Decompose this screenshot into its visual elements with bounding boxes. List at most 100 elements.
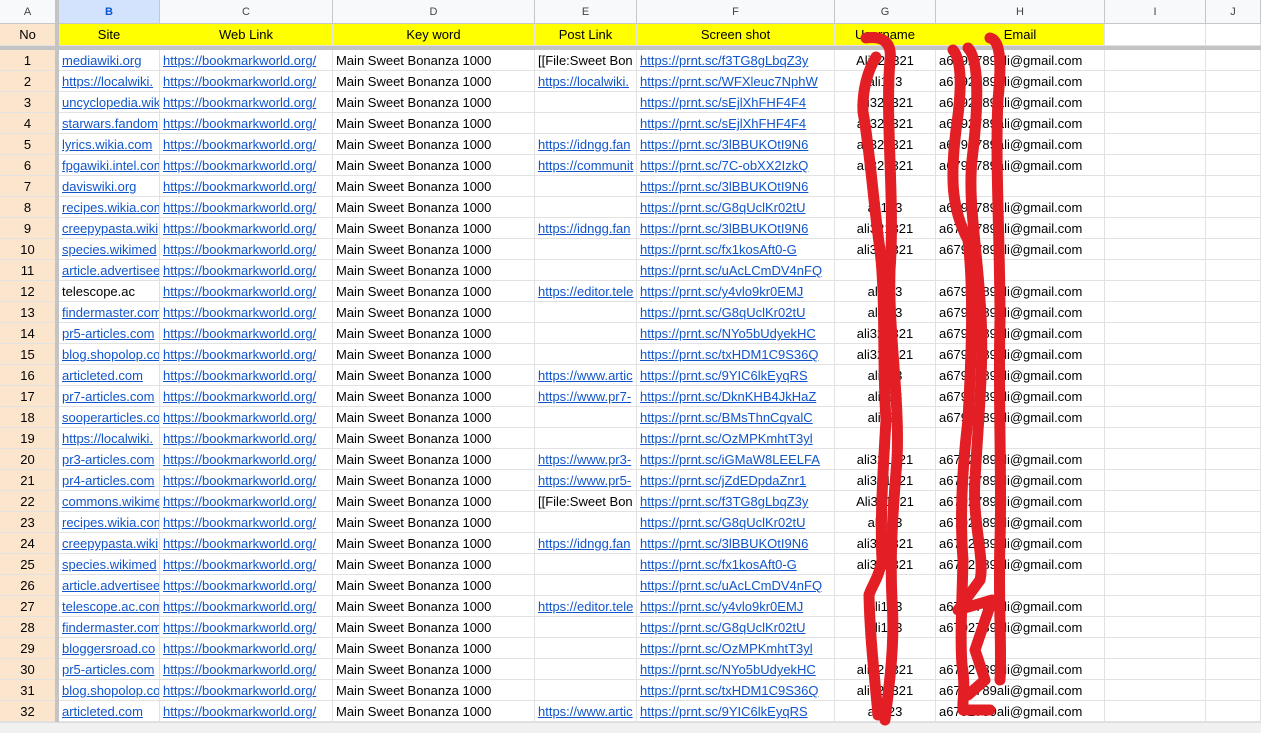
empty-cell[interactable] [1105, 134, 1206, 155]
keyword-cell[interactable]: Main Sweet Bonanza 1000 [333, 197, 535, 218]
column-header-e[interactable]: E [535, 0, 637, 24]
web-link-cell[interactable]: https://bookmarkworld.org/ [160, 533, 333, 554]
site-text[interactable]: commons.wikime [62, 494, 159, 509]
empty-cell[interactable] [1206, 596, 1261, 617]
row-number[interactable]: 27 [0, 596, 56, 617]
empty-cell[interactable] [1105, 638, 1206, 659]
site-text[interactable]: mediawiki.org [62, 53, 141, 68]
empty-cell[interactable] [1105, 197, 1206, 218]
empty-cell[interactable] [1105, 407, 1206, 428]
empty-cell[interactable] [1105, 344, 1206, 365]
keyword-cell[interactable]: Main Sweet Bonanza 1000 [333, 134, 535, 155]
empty-cell[interactable] [1105, 71, 1206, 92]
site-text[interactable]: https://localwiki. [62, 431, 153, 446]
post-link-text[interactable]: https://editor.tele [538, 284, 633, 299]
email-cell[interactable]: a6792789ali@gmail.com [936, 596, 1105, 617]
screenshot-cell[interactable]: https://prnt.sc/G8qUclKr02tU [637, 302, 835, 323]
web-link-text[interactable]: https://bookmarkworld.org/ [163, 410, 316, 425]
site-cell[interactable]: creepypasta.wiki [59, 533, 160, 554]
row-number[interactable]: 32 [0, 701, 56, 722]
site-text[interactable]: findermaster.com [62, 305, 159, 320]
screenshot-text[interactable]: https://prnt.sc/txHDM1C9S36Q [640, 347, 818, 362]
column-header-d[interactable]: D [333, 0, 535, 24]
header-cell[interactable]: No [0, 24, 56, 46]
username-cell[interactable]: ali123 [835, 365, 936, 386]
screenshot-text[interactable]: https://prnt.sc/sEjlXhFHF4F4 [640, 116, 806, 131]
email-cell[interactable]: a6792789ali@gmail.com [936, 218, 1105, 239]
empty-cell[interactable] [1105, 155, 1206, 176]
keyword-cell[interactable]: Main Sweet Bonanza 1000 [333, 407, 535, 428]
post-link-cell[interactable]: [[File:Sweet Bon [535, 491, 637, 512]
username-cell[interactable]: ali321321 [835, 218, 936, 239]
row-number[interactable]: 15 [0, 344, 56, 365]
row-number[interactable]: 5 [0, 134, 56, 155]
screenshot-text[interactable]: https://prnt.sc/NYo5bUdyekHC [640, 662, 816, 677]
post-link-text[interactable]: https://www.artic [538, 368, 633, 383]
site-text[interactable]: species.wikimed [62, 242, 157, 257]
screenshot-cell[interactable]: https://prnt.sc/sEjlXhFHF4F4 [637, 113, 835, 134]
post-link-cell[interactable] [535, 575, 637, 596]
row-number[interactable]: 8 [0, 197, 56, 218]
web-link-cell[interactable]: https://bookmarkworld.org/ [160, 176, 333, 197]
web-link-cell[interactable]: https://bookmarkworld.org/ [160, 323, 333, 344]
site-cell[interactable]: articleted.com [59, 701, 160, 722]
column-header-h[interactable]: H [936, 0, 1105, 24]
site-cell[interactable]: pr7-articles.com [59, 386, 160, 407]
post-link-text[interactable]: https://localwiki. [538, 74, 629, 89]
frozen-column-divider[interactable] [55, 0, 59, 732]
web-link-cell[interactable]: https://bookmarkworld.org/ [160, 596, 333, 617]
post-link-cell[interactable] [535, 323, 637, 344]
screenshot-text[interactable]: https://prnt.sc/7C-obXX2IzkQ [640, 158, 808, 173]
username-cell[interactable]: ali123 [835, 701, 936, 722]
column-header-j[interactable]: J [1206, 0, 1261, 24]
screenshot-cell[interactable]: https://prnt.sc/3lBBUKOtI9N6 [637, 218, 835, 239]
username-cell[interactable]: ali321321 [835, 344, 936, 365]
site-cell[interactable]: mediawiki.org [59, 50, 160, 71]
post-link-cell[interactable] [535, 302, 637, 323]
empty-cell[interactable] [1206, 197, 1261, 218]
site-text[interactable]: sooperarticles.co [62, 410, 159, 425]
row-number[interactable]: 12 [0, 281, 56, 302]
keyword-cell[interactable]: Main Sweet Bonanza 1000 [333, 491, 535, 512]
screenshot-text[interactable]: https://prnt.sc/WFXleuc7NphW [640, 74, 818, 89]
empty-cell[interactable] [1206, 428, 1261, 449]
email-cell[interactable]: a6792789ali@gmail.com [936, 50, 1105, 71]
row-number[interactable]: 26 [0, 575, 56, 596]
web-link-text[interactable]: https://bookmarkworld.org/ [163, 53, 316, 68]
email-cell[interactable]: a6792789ali@gmail.com [936, 365, 1105, 386]
screenshot-text[interactable]: https://prnt.sc/f3TG8gLbqZ3y [640, 53, 808, 68]
site-cell[interactable]: blog.shopolop.co [59, 680, 160, 701]
site-cell[interactable]: https://localwiki. [59, 428, 160, 449]
empty-cell[interactable] [1206, 134, 1261, 155]
empty-cell[interactable] [1105, 680, 1206, 701]
username-cell[interactable]: ali123 [835, 197, 936, 218]
screenshot-text[interactable]: https://prnt.sc/y4vlo9kr0EMJ [640, 284, 803, 299]
header-cell[interactable]: Screen shot [637, 24, 835, 46]
site-cell[interactable]: recipes.wikia.com [59, 512, 160, 533]
site-cell[interactable]: commons.wikime [59, 491, 160, 512]
site-cell[interactable]: article.advertisee [59, 260, 160, 281]
empty-cell[interactable] [1105, 596, 1206, 617]
site-text[interactable]: recipes.wikia.com [62, 200, 159, 215]
screenshot-cell[interactable]: https://prnt.sc/y4vlo9kr0EMJ [637, 596, 835, 617]
empty-cell[interactable] [1206, 302, 1261, 323]
screenshot-cell[interactable]: https://prnt.sc/fx1kosAft0-G [637, 239, 835, 260]
post-link-cell[interactable] [535, 680, 637, 701]
site-cell[interactable]: articleted.com [59, 365, 160, 386]
username-cell[interactable]: ali123 [835, 407, 936, 428]
web-link-text[interactable]: https://bookmarkworld.org/ [163, 620, 316, 635]
post-link-cell[interactable] [535, 92, 637, 113]
email-cell[interactable]: a6792789ali@gmail.com [936, 512, 1105, 533]
web-link-cell[interactable]: https://bookmarkworld.org/ [160, 617, 333, 638]
email-cell[interactable]: a6792789ali@gmail.com [936, 155, 1105, 176]
email-cell[interactable]: a6792789ali@gmail.com [936, 659, 1105, 680]
keyword-cell[interactable]: Main Sweet Bonanza 1000 [333, 155, 535, 176]
screenshot-text[interactable]: https://prnt.sc/G8qUclKr02tU [640, 200, 805, 215]
empty-cell[interactable] [1105, 449, 1206, 470]
site-cell[interactable]: article.advertisee [59, 575, 160, 596]
site-text[interactable]: bloggersroad.co [62, 641, 155, 656]
screenshot-cell[interactable]: https://prnt.sc/9YIC6lkEyqRS [637, 365, 835, 386]
email-cell[interactable]: a6792789ali@gmail.com [936, 134, 1105, 155]
username-cell[interactable] [835, 176, 936, 197]
keyword-cell[interactable]: Main Sweet Bonanza 1000 [333, 470, 535, 491]
